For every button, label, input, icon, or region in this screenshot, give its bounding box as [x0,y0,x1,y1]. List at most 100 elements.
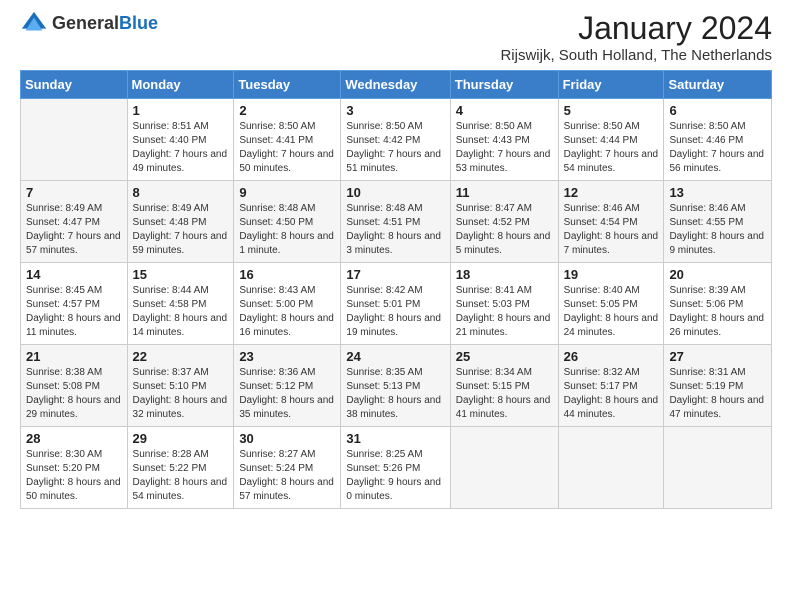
calendar-cell: 18 Sunrise: 8:41 AMSunset: 5:03 PMDayligh… [450,263,558,345]
day-detail: Sunrise: 8:51 AMSunset: 4:40 PMDaylight:… [133,120,229,176]
day-number: 15 [133,267,229,282]
day-detail: Sunrise: 8:25 AMSunset: 5:26 PMDaylight:… [346,448,444,504]
calendar-cell: 16 Sunrise: 8:43 AMSunset: 5:00 PMDayligh… [234,263,341,345]
day-detail: Sunrise: 8:36 AMSunset: 5:12 PMDaylight:… [239,366,335,422]
calendar-week-row: 1Sunrise: 8:51 AMSunset: 4:40 PMDaylight… [21,99,772,181]
calendar-cell: 6 Sunrise: 8:50 AMSunset: 4:46 PMDaylight… [664,99,772,181]
logo-general: General [52,13,119,35]
weekday-header-saturday: Saturday [664,71,772,99]
weekday-header-friday: Friday [558,71,664,99]
calendar-cell: 14 Sunrise: 8:45 AMSunset: 4:57 PMDayligh… [21,263,128,345]
day-detail: Sunrise: 8:32 AMSunset: 5:17 PMDaylight:… [564,366,659,422]
calendar-week-row: 21 Sunrise: 8:38 AMSunset: 5:08 PMDayligh… [21,345,772,427]
day-number: 9 [239,185,335,200]
day-detail: Sunrise: 8:48 AMSunset: 4:50 PMDaylight:… [239,202,335,258]
day-detail: Sunrise: 8:44 AMSunset: 4:58 PMDaylight:… [133,284,229,340]
day-detail: Sunrise: 8:46 AMSunset: 4:55 PMDaylight:… [669,202,766,258]
day-number: 25 [456,349,553,364]
weekday-header-wednesday: Wednesday [341,71,450,99]
calendar-cell: 29 Sunrise: 8:28 AMSunset: 5:22 PMDayligh… [127,427,234,509]
calendar-cell [664,427,772,509]
calendar-cell: 19 Sunrise: 8:40 AMSunset: 5:05 PMDayligh… [558,263,664,345]
day-detail: Sunrise: 8:34 AMSunset: 5:15 PMDaylight:… [456,366,553,422]
day-number: 2 [239,103,335,118]
calendar-cell: 31Sunrise: 8:25 AMSunset: 5:26 PMDayligh… [341,427,450,509]
day-detail: Sunrise: 8:37 AMSunset: 5:10 PMDaylight:… [133,366,229,422]
day-detail: Sunrise: 8:27 AMSunset: 5:24 PMDaylight:… [239,448,335,504]
day-number: 21 [26,349,122,364]
calendar-cell: 13 Sunrise: 8:46 AMSunset: 4:55 PMDayligh… [664,181,772,263]
day-detail: Sunrise: 8:48 AMSunset: 4:51 PMDaylight:… [346,202,444,258]
day-number: 16 [239,267,335,282]
calendar-table: SundayMondayTuesdayWednesdayThursdayFrid… [20,70,772,509]
day-number: 17 [346,267,444,282]
calendar-cell [558,427,664,509]
calendar-cell: 30Sunrise: 8:27 AMSunset: 5:24 PMDayligh… [234,427,341,509]
calendar-week-row: 7Sunrise: 8:49 AMSunset: 4:47 PMDaylight… [21,181,772,263]
calendar-cell: 22Sunrise: 8:37 AMSunset: 5:10 PMDayligh… [127,345,234,427]
day-detail: Sunrise: 8:45 AMSunset: 4:57 PMDaylight:… [26,284,122,340]
calendar-cell [450,427,558,509]
day-number: 10 [346,185,444,200]
day-detail: Sunrise: 8:49 AMSunset: 4:48 PMDaylight:… [133,202,229,258]
day-number: 13 [669,185,766,200]
day-number: 18 [456,267,553,282]
day-number: 20 [669,267,766,282]
day-number: 24 [346,349,444,364]
day-detail: Sunrise: 8:41 AMSunset: 5:03 PMDaylight:… [456,284,553,340]
calendar-cell: 7Sunrise: 8:49 AMSunset: 4:47 PMDaylight… [21,181,128,263]
calendar-cell: 9 Sunrise: 8:48 AMSunset: 4:50 PMDaylight… [234,181,341,263]
calendar-cell: 26 Sunrise: 8:32 AMSunset: 5:17 PMDayligh… [558,345,664,427]
weekday-header-thursday: Thursday [450,71,558,99]
day-detail: Sunrise: 8:49 AMSunset: 4:47 PMDaylight:… [26,202,122,258]
day-detail: Sunrise: 8:40 AMSunset: 5:05 PMDaylight:… [564,284,659,340]
day-detail: Sunrise: 8:50 AMSunset: 4:41 PMDaylight:… [239,120,335,176]
day-detail: Sunrise: 8:31 AMSunset: 5:19 PMDaylight:… [669,366,766,422]
calendar-cell: 10 Sunrise: 8:48 AMSunset: 4:51 PMDayligh… [341,181,450,263]
calendar-cell: 23 Sunrise: 8:36 AMSunset: 5:12 PMDayligh… [234,345,341,427]
day-detail: Sunrise: 8:42 AMSunset: 5:01 PMDaylight:… [346,284,444,340]
day-detail: Sunrise: 8:50 AMSunset: 4:43 PMDaylight:… [456,120,553,176]
day-number: 27 [669,349,766,364]
day-detail: Sunrise: 8:28 AMSunset: 5:22 PMDaylight:… [133,448,229,504]
day-number: 19 [564,267,659,282]
calendar-cell: 24 Sunrise: 8:35 AMSunset: 5:13 PMDayligh… [341,345,450,427]
day-detail: Sunrise: 8:46 AMSunset: 4:54 PMDaylight:… [564,202,659,258]
day-detail: Sunrise: 8:43 AMSunset: 5:00 PMDaylight:… [239,284,335,340]
calendar-cell: 17 Sunrise: 8:42 AMSunset: 5:01 PMDayligh… [341,263,450,345]
calendar-week-row: 28Sunrise: 8:30 AMSunset: 5:20 PMDayligh… [21,427,772,509]
weekday-header-monday: Monday [127,71,234,99]
calendar-cell: 2 Sunrise: 8:50 AMSunset: 4:41 PMDaylight… [234,99,341,181]
day-number: 26 [564,349,659,364]
calendar-week-row: 14 Sunrise: 8:45 AMSunset: 4:57 PMDayligh… [21,263,772,345]
day-number: 3 [346,103,444,118]
calendar-cell: 15 Sunrise: 8:44 AMSunset: 4:58 PMDayligh… [127,263,234,345]
calendar-cell: 3 Sunrise: 8:50 AMSunset: 4:42 PMDaylight… [341,99,450,181]
logo: GeneralBlue [20,10,158,38]
day-number: 23 [239,349,335,364]
day-detail: Sunrise: 8:39 AMSunset: 5:06 PMDaylight:… [669,284,766,340]
calendar-cell: 12 Sunrise: 8:46 AMSunset: 4:54 PMDayligh… [558,181,664,263]
weekday-header-sunday: Sunday [21,71,128,99]
day-number: 5 [564,103,659,118]
day-number: 12 [564,185,659,200]
logo-blue: Blue [119,13,158,35]
day-number: 8 [133,185,229,200]
page-header: GeneralBlue January 2024 Rijswijk, South… [20,10,772,64]
day-detail: Sunrise: 8:38 AMSunset: 5:08 PMDaylight:… [26,366,122,422]
weekday-header-row: SundayMondayTuesdayWednesdayThursdayFrid… [21,71,772,99]
day-number: 29 [133,431,229,446]
day-detail: Sunrise: 8:35 AMSunset: 5:13 PMDaylight:… [346,366,444,422]
day-number: 14 [26,267,122,282]
month-title: January 2024 [500,10,772,47]
day-number: 6 [669,103,766,118]
day-detail: Sunrise: 8:47 AMSunset: 4:52 PMDaylight:… [456,202,553,258]
day-detail: Sunrise: 8:30 AMSunset: 5:20 PMDaylight:… [26,448,122,504]
calendar-cell: 8 Sunrise: 8:49 AMSunset: 4:48 PMDaylight… [127,181,234,263]
day-detail: Sunrise: 8:50 AMSunset: 4:46 PMDaylight:… [669,120,766,176]
calendar-cell: 28Sunrise: 8:30 AMSunset: 5:20 PMDayligh… [21,427,128,509]
day-detail: Sunrise: 8:50 AMSunset: 4:42 PMDaylight:… [346,120,444,176]
weekday-header-tuesday: Tuesday [234,71,341,99]
day-detail: Sunrise: 8:50 AMSunset: 4:44 PMDaylight:… [564,120,659,176]
calendar-cell: 20 Sunrise: 8:39 AMSunset: 5:06 PMDayligh… [664,263,772,345]
